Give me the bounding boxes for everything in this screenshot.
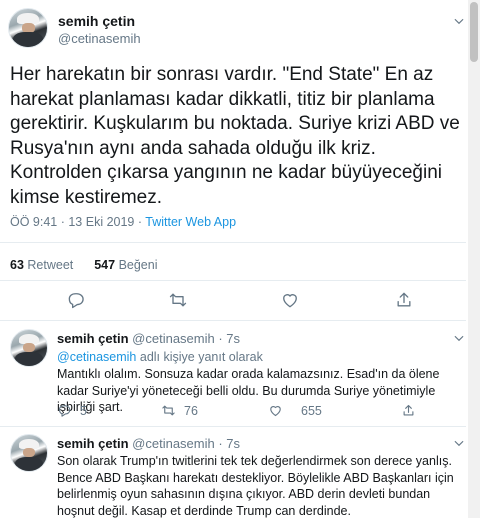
chevron-down-icon[interactable] (452, 436, 466, 450)
retweet-icon (162, 405, 175, 416)
tweet-timestamp[interactable]: ÖÖ 9:41 · 13 Eki 2019 · (10, 215, 145, 229)
reply-icon (58, 405, 71, 417)
retweet-button[interactable] (168, 290, 188, 315)
reply-header: semih çetin @cetinasemih · 7s (57, 436, 240, 451)
share-icon (403, 404, 414, 416)
like-button[interactable] (280, 290, 300, 315)
scrollbar-thumb[interactable] (470, 2, 478, 62)
like-stat[interactable]: 547 Beğeni (94, 258, 157, 272)
tweet-age[interactable]: · 7s (218, 331, 240, 346)
avatar[interactable] (8, 8, 48, 48)
chevron-down-icon[interactable] (452, 331, 466, 345)
share-button[interactable] (401, 403, 416, 418)
replying-to: @cetinasemih adlı kişiye yanıt olarak (57, 350, 263, 364)
author-name[interactable]: semih çetin (58, 13, 135, 29)
tweet-text: Son olarak Trump'ın twitlerini tek tek d… (57, 454, 454, 518)
tweet-meta: ÖÖ 9:41 · 13 Eki 2019 · Twitter Web App (10, 215, 236, 229)
share-icon (397, 292, 411, 307)
tweet-age[interactable]: · 7s (218, 436, 240, 451)
avatar[interactable] (10, 329, 48, 367)
heart-icon (270, 406, 281, 417)
heart-icon (283, 294, 297, 308)
tweet-stats: 63 Retweet 547 Beğeni (10, 258, 158, 272)
reply-button[interactable]: 5 (57, 403, 87, 418)
avatar[interactable] (10, 434, 48, 472)
reply-count: 5 (80, 403, 87, 418)
tweet-source-link[interactable]: Twitter Web App (145, 215, 236, 229)
retweet-count: 76 (184, 403, 198, 418)
author-handle[interactable]: @cetinasemih (132, 436, 215, 451)
replying-to-handle[interactable]: @cetinasemih (57, 350, 136, 364)
author-handle[interactable]: @cetinasemih (132, 331, 215, 346)
reply-button[interactable] (66, 290, 86, 315)
scrollbar[interactable] (468, 0, 480, 518)
tweet-text: Her harekatın bir sonrası vardır. "End S… (10, 64, 460, 208)
reply-header: semih çetin @cetinasemih · 7s (57, 331, 240, 346)
share-button[interactable] (394, 290, 414, 315)
chevron-down-icon[interactable] (452, 14, 466, 28)
author-handle[interactable]: @cetinasemih (58, 31, 141, 46)
like-button[interactable]: 655 (268, 403, 322, 418)
reply-icon (68, 293, 84, 309)
retweet-button[interactable]: 76 (161, 403, 198, 418)
author-name[interactable]: semih çetin (57, 331, 129, 346)
like-count: 655 (301, 403, 322, 418)
retweet-stat[interactable]: 63 Retweet (10, 258, 73, 272)
retweet-icon (169, 293, 187, 307)
author-name[interactable]: semih çetin (57, 436, 129, 451)
